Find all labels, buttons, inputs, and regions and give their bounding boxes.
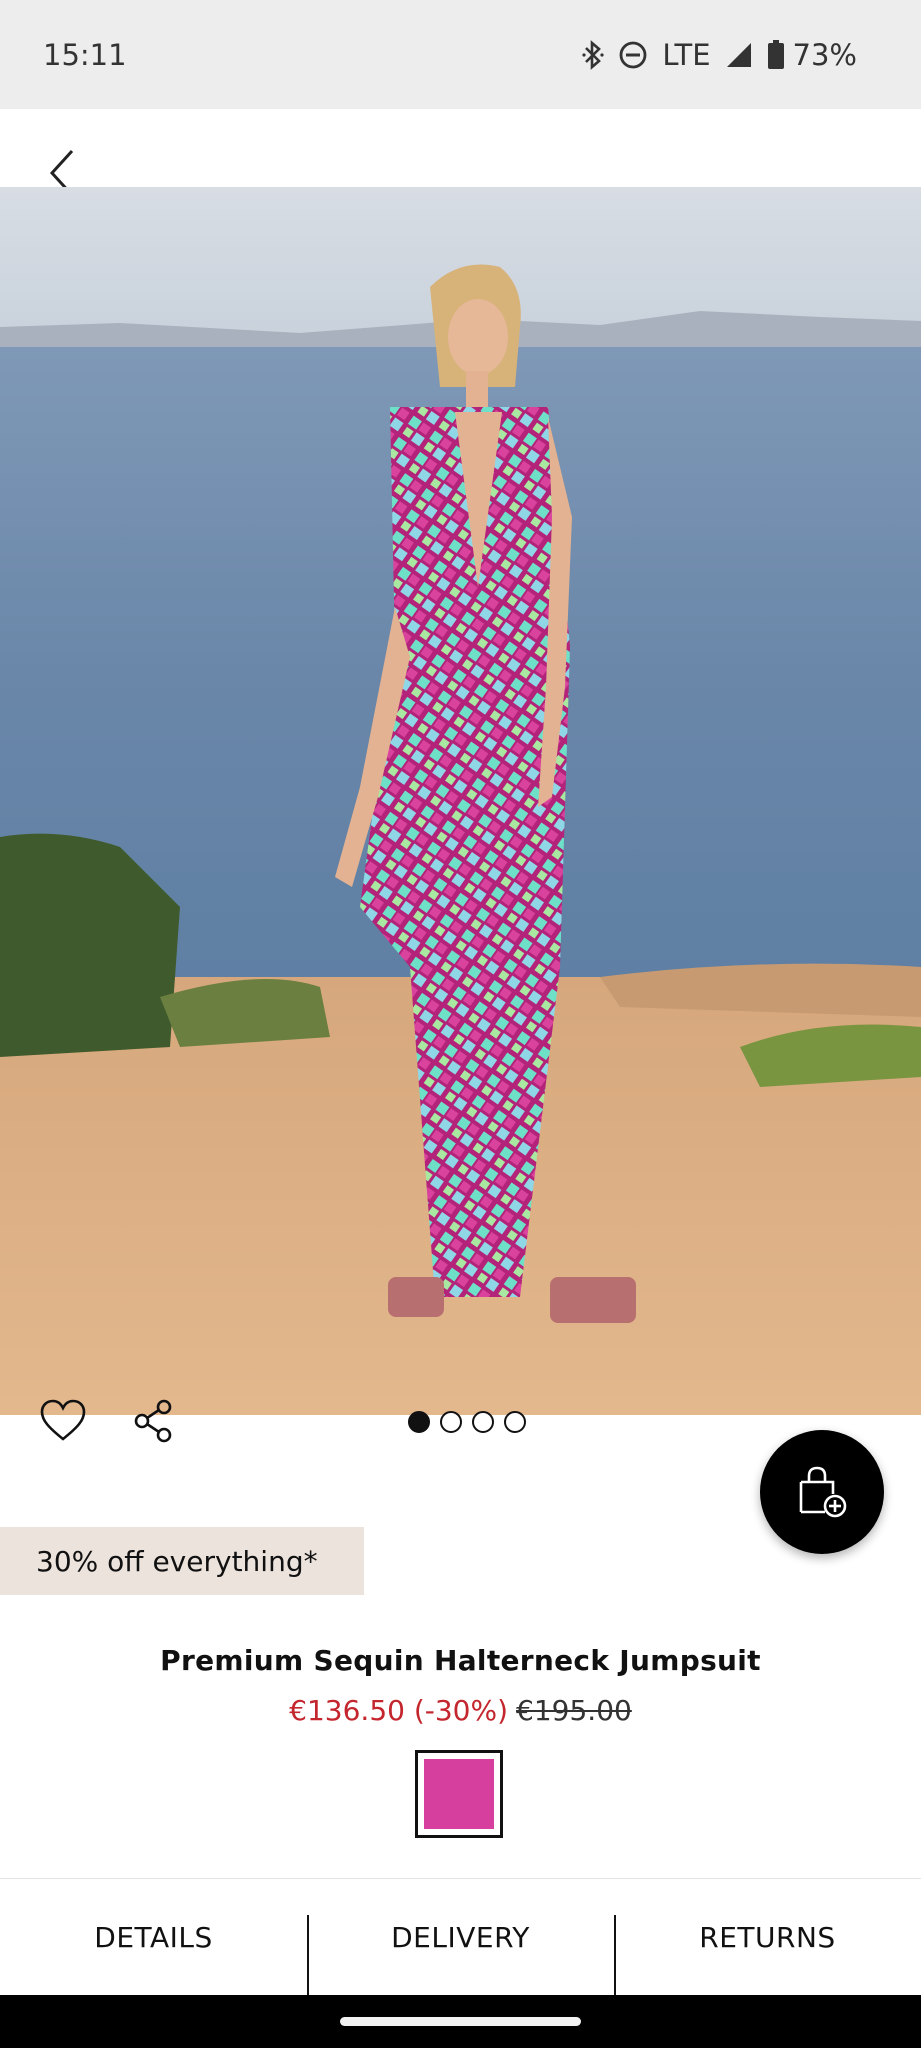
signal-icon: [726, 42, 751, 67]
color-swatch-fill: [424, 1759, 494, 1829]
pagination-dot[interactable]: [472, 1411, 494, 1433]
network-type: LTE: [662, 37, 711, 72]
pagination-dot[interactable]: [440, 1411, 462, 1433]
status-icons: LTE 73%: [582, 38, 857, 72]
battery-icon: [767, 39, 784, 69]
tab-details[interactable]: DETAILS: [0, 1879, 307, 1995]
pagination-dot[interactable]: [408, 1411, 430, 1433]
do-not-disturb-icon: [619, 41, 647, 68]
add-to-bag-button[interactable]: [760, 1430, 884, 1554]
gallery-pagination: [408, 1411, 526, 1433]
promo-banner: 30% off everything*: [0, 1527, 364, 1595]
share-icon[interactable]: [132, 1399, 174, 1443]
original-price: €195.00: [516, 1694, 632, 1727]
home-handle[interactable]: [340, 2017, 581, 2026]
product-title: Premium Sequin Halterneck Jumpsuit: [160, 1644, 761, 1677]
promo-text: 30% off everything*: [36, 1544, 318, 1578]
pagination-dot[interactable]: [504, 1411, 526, 1433]
app-header: [0, 109, 921, 197]
sale-price: €136.50 (-30%): [289, 1694, 509, 1727]
bag-add-icon: [799, 1466, 847, 1518]
price-row: €136.50 (-30%) €195.00: [0, 1694, 921, 1727]
battery-percent: 73%: [792, 37, 857, 72]
status-bar: 15:11 LTE 73%: [0, 0, 921, 109]
color-swatch[interactable]: [415, 1750, 503, 1838]
system-nav-bar: [0, 1995, 921, 2048]
product-image[interactable]: [0, 187, 921, 1415]
info-tabs: DETAILS DELIVERY RETURNS: [0, 1879, 921, 1995]
product-photo: [0, 187, 921, 1415]
heart-outline-icon[interactable]: [40, 1399, 86, 1443]
tab-delivery[interactable]: DELIVERY: [307, 1879, 614, 1995]
bluetooth-icon: [582, 39, 604, 70]
status-time: 15:11: [43, 37, 127, 72]
tab-returns[interactable]: RETURNS: [614, 1879, 921, 1995]
